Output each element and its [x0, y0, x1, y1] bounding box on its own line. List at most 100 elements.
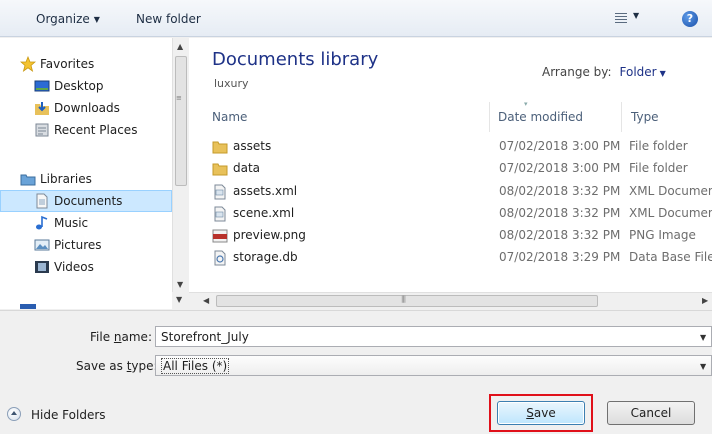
file-row[interactable]: preview.png 08/02/2018 3:32 PM PNG Image: [189, 225, 712, 247]
save-as-type-label: Save as type:: [76, 359, 158, 373]
file-date: 07/02/2018 3:29 PM: [499, 250, 621, 264]
label-mnemonic: n: [113, 330, 122, 344]
scroll-down-icon[interactable]: ▼: [176, 295, 182, 304]
file-row[interactable]: data 07/02/2018 3:00 PM File folder: [189, 158, 712, 180]
hide-folders-button[interactable]: Hide Folders: [31, 408, 106, 422]
file-name-input[interactable]: Storefront_July: [155, 326, 712, 347]
file-row[interactable]: assets 07/02/2018 3:00 PM File folder: [189, 136, 712, 158]
libraries-icon: [20, 174, 36, 186]
organize-menu-button[interactable]: Organize ▼: [36, 12, 100, 26]
nav-item-label: Downloads: [54, 101, 120, 115]
nav-scroll-corner: ▼: [172, 292, 188, 309]
library-title: Documents library: [212, 49, 379, 70]
nav-item-favorites[interactable]: Favorites: [0, 53, 172, 75]
scroll-left-icon[interactable]: ◀: [203, 296, 209, 305]
file-type: XML Document: [629, 206, 712, 220]
help-icon[interactable]: ?: [682, 11, 698, 27]
music-icon: [36, 215, 48, 230]
file-row[interactable]: storage.db 07/02/2018 3:29 PM Data Base …: [189, 247, 712, 269]
navigation-pane: Favorites Desktop Downloads Recent Place…: [0, 38, 188, 309]
nav-item-label: Documents: [54, 194, 123, 208]
nav-item-downloads[interactable]: Downloads: [0, 97, 172, 119]
sort-indicator-icon: ▾: [524, 100, 528, 108]
column-divider[interactable]: [621, 102, 622, 132]
nav-item-label: Recent Places: [54, 123, 138, 137]
change-view-button[interactable]: ▼: [613, 11, 643, 27]
column-header-name[interactable]: Name: [212, 110, 247, 136]
nav-item-pictures[interactable]: Pictures: [0, 234, 172, 256]
chevron-down-icon: ▼: [93, 15, 100, 24]
chevron-down-icon: ▼: [659, 69, 666, 78]
png-file-icon: [212, 229, 228, 243]
chevron-down-icon[interactable]: ▼: [700, 333, 706, 342]
db-file-icon: [214, 250, 226, 266]
file-type: PNG Image: [629, 228, 696, 242]
folder-icon: [212, 163, 228, 176]
xml-file-icon: [214, 184, 226, 200]
view-details-icon: [615, 13, 627, 23]
arrange-by-control[interactable]: Arrange by: Folder ▼: [542, 65, 666, 79]
file-date: 08/02/2018 3:32 PM: [499, 206, 621, 220]
desktop-icon: [34, 80, 50, 92]
chevron-down-icon: ▼: [633, 11, 640, 20]
library-subtitle: luxury: [214, 77, 249, 90]
scroll-up-icon[interactable]: ▲: [177, 42, 183, 51]
file-date: 07/02/2018 3:00 PM: [499, 139, 621, 153]
file-name: assets: [233, 139, 272, 153]
scroll-grip-icon: |||: [401, 295, 406, 303]
file-name: data: [233, 161, 261, 175]
recent-places-icon: [35, 123, 49, 137]
column-header-date[interactable]: Date modified: [498, 110, 583, 136]
column-header-type[interactable]: Type: [631, 110, 659, 136]
cancel-button[interactable]: Cancel: [607, 401, 695, 425]
file-name: assets.xml: [233, 184, 298, 198]
file-type: Data Base File: [629, 250, 712, 264]
nav-item-music[interactable]: Music: [0, 212, 172, 234]
nav-item-label: Desktop: [54, 79, 104, 93]
arrange-by-label: Arrange by:: [542, 65, 612, 79]
scrollbar-thumb[interactable]: |||: [216, 295, 598, 307]
file-row[interactable]: assets.xml 08/02/2018 3:32 PM XML Docume…: [189, 181, 712, 203]
column-divider[interactable]: [489, 102, 490, 132]
file-name: scene.xml: [233, 206, 295, 220]
file-name-label: File name:: [90, 330, 152, 344]
scrollbar-thumb[interactable]: [175, 56, 187, 186]
pictures-icon: [34, 239, 50, 251]
file-date: 08/02/2018 3:32 PM: [499, 228, 621, 242]
organize-label: Organize: [36, 12, 90, 26]
nav-item-documents[interactable]: Documents: [0, 190, 172, 212]
scroll-right-icon[interactable]: ▶: [702, 296, 708, 305]
file-type: XML Document: [629, 184, 712, 198]
save-label-mnemonic: S: [526, 406, 534, 420]
nav-item-recent-places[interactable]: Recent Places: [0, 119, 172, 141]
nav-item-label: Music: [54, 216, 89, 230]
navigation-scrollbar[interactable]: ▲ ≡ ▼: [172, 38, 188, 292]
file-name: storage.db: [233, 250, 298, 264]
scroll-down-icon[interactable]: ▼: [177, 280, 183, 289]
nav-item-label: Libraries: [40, 172, 92, 186]
file-row[interactable]: scene.xml 08/02/2018 3:32 PM XML Documen…: [189, 203, 712, 225]
file-date: 08/02/2018 3:32 PM: [499, 184, 621, 198]
file-type: File folder: [629, 161, 688, 175]
nav-item-label: Favorites: [40, 57, 95, 71]
computer-icon: [20, 304, 36, 309]
file-name: preview.png: [233, 228, 306, 242]
nav-item-label: Pictures: [54, 238, 102, 252]
arrange-by-value[interactable]: Folder: [620, 65, 657, 79]
save-button[interactable]: Save: [497, 401, 585, 425]
nav-item-desktop[interactable]: Desktop: [0, 75, 172, 97]
file-date: 07/02/2018 3:00 PM: [499, 161, 621, 175]
hide-folders-icon[interactable]: [7, 407, 21, 421]
label-part: ame:: [121, 330, 152, 344]
nav-item-libraries[interactable]: Libraries: [0, 168, 172, 190]
save-as-type-select[interactable]: All Files (*): [155, 355, 712, 376]
file-type: File folder: [629, 139, 688, 153]
file-list-pane: Documents library luxury Arrange by: Fold…: [189, 38, 712, 309]
nav-item-videos[interactable]: Videos: [0, 256, 172, 278]
horizontal-scrollbar[interactable]: ◀ ||| ▶: [189, 292, 712, 309]
save-label: ave: [533, 406, 556, 420]
chevron-down-icon[interactable]: ▼: [700, 362, 706, 371]
folder-icon: [212, 141, 228, 154]
new-folder-button[interactable]: New folder: [136, 12, 201, 26]
scroll-grip-icon: ≡: [176, 94, 182, 102]
